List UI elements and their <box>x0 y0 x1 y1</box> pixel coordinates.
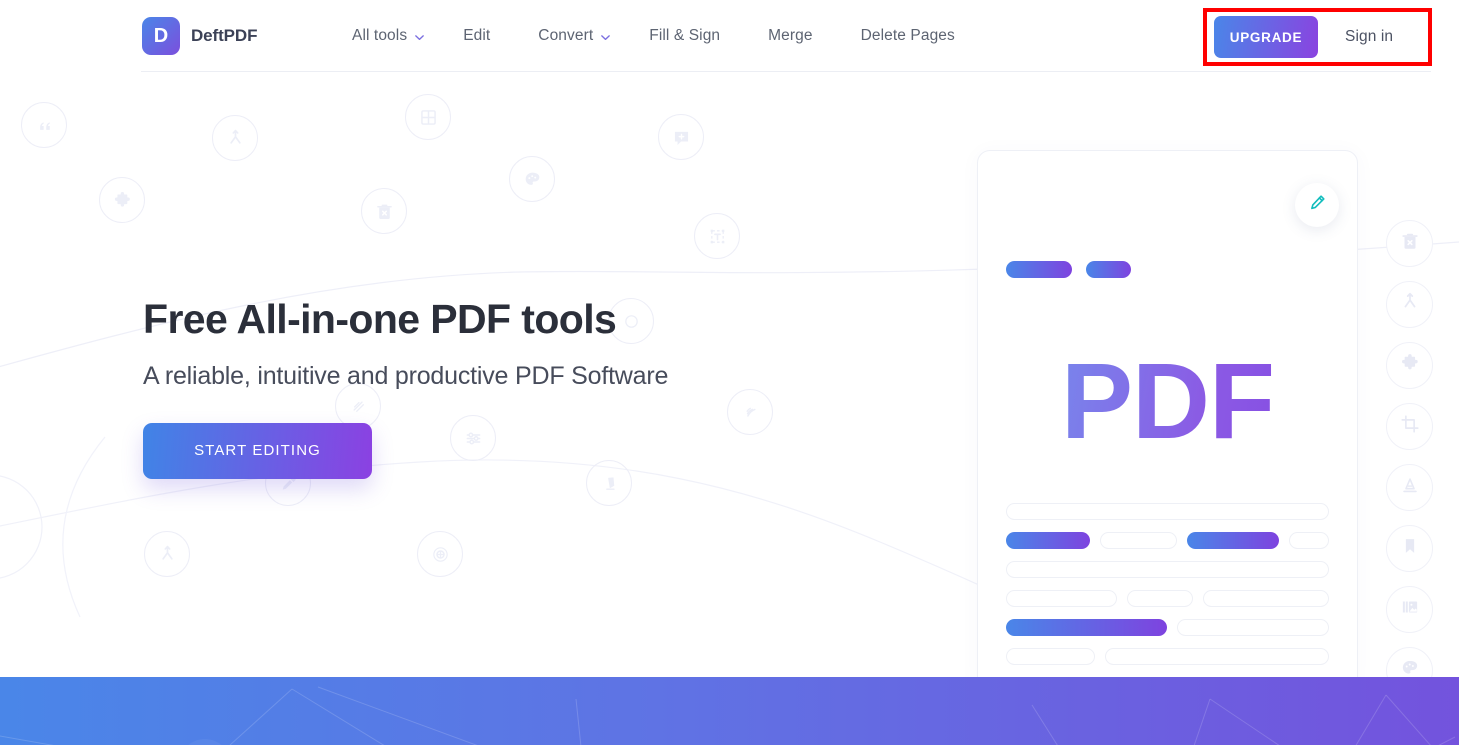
document-line-segment <box>1006 619 1167 636</box>
tool-rail-crop[interactable] <box>1386 403 1433 450</box>
tool-rail-palette[interactable] <box>1386 647 1433 677</box>
document-line-segment <box>1187 532 1279 549</box>
document-line-segment <box>1006 590 1118 607</box>
page-title: Free All-in-one PDF tools <box>143 296 617 342</box>
nav-label-merge: Merge <box>768 27 813 44</box>
puzzle-icon <box>1399 352 1421 379</box>
nav-item-fill-and-sign[interactable]: Fill & Sign <box>649 21 720 51</box>
nav-label-convert: Convert <box>538 27 594 44</box>
crop-icon <box>1399 413 1421 440</box>
sign-in-link[interactable]: Sign in <box>1345 28 1393 46</box>
document-preview-card: PDF <box>977 150 1358 677</box>
chevron-down-icon <box>600 32 611 43</box>
merge-icon <box>1399 291 1421 318</box>
document-line-segment <box>1202 590 1329 607</box>
signal-icon <box>727 389 773 435</box>
image-icon <box>1399 596 1421 623</box>
document-line-segment <box>1288 532 1329 549</box>
document-line-row <box>1006 619 1329 636</box>
main-navigation: All tools Edit Convert Fill & Sign Merge <box>352 0 955 72</box>
document-line-row <box>1006 503 1329 520</box>
puzzle-icon <box>99 177 145 223</box>
document-header-pill <box>1006 261 1072 278</box>
auth-actions-highlight: UPGRADE Sign in <box>1203 8 1432 66</box>
start-editing-button[interactable]: START EDITING <box>143 422 372 479</box>
text-format-icon <box>1399 474 1421 501</box>
brand-logo[interactable]: D DeftPDF <box>142 17 257 55</box>
nav-label-delete-pages: Delete Pages <box>860 27 955 44</box>
tool-rail-bookmark[interactable] <box>1386 525 1433 572</box>
tool-rail <box>1386 220 1433 677</box>
tool-rail-delete-pages[interactable] <box>1386 220 1433 267</box>
palette-icon <box>1399 657 1421 677</box>
comment-add-icon <box>658 114 704 160</box>
tool-rail-merge[interactable] <box>1386 281 1433 328</box>
document-content-lines <box>1006 503 1329 677</box>
document-line-row <box>1006 648 1329 665</box>
deftpdf-landing-page: D DeftPDF All tools Edit Convert Fill & … <box>0 0 1459 745</box>
nav-item-delete-pages[interactable]: Delete Pages <box>861 21 955 51</box>
brand-name: DeftPDF <box>191 26 258 45</box>
palette-icon <box>509 156 555 202</box>
document-line-row <box>1006 590 1329 607</box>
chevron-down-icon <box>414 32 425 43</box>
hero-subtitle: A reliable, intuitive and productive PDF… <box>143 361 669 390</box>
document-line-segment <box>1006 561 1329 578</box>
document-header-pills <box>1006 261 1131 278</box>
nav-item-all-tools[interactable]: All tools <box>352 21 425 51</box>
nav-item-merge[interactable]: Merge <box>768 21 812 51</box>
tool-rail-puzzle[interactable] <box>1386 342 1433 389</box>
document-line-segment <box>1176 619 1329 636</box>
merge-icon <box>212 115 258 161</box>
document-line-segment <box>1006 532 1091 549</box>
document-line-row <box>1006 561 1329 578</box>
delete-pages-icon <box>1399 230 1421 257</box>
site-header: D DeftPDF All tools Edit Convert Fill & … <box>0 0 1459 72</box>
table-icon <box>405 94 451 140</box>
header-divider <box>141 71 1431 72</box>
pdf-wordmark: PDF <box>978 347 1357 455</box>
nav-item-edit[interactable]: Edit <box>463 21 490 51</box>
document-line-segment <box>1100 532 1178 549</box>
hero-section: Free All-in-one PDF tools A reliable, in… <box>0 72 1459 677</box>
nav-label-edit: Edit <box>463 27 491 44</box>
tool-rail-image[interactable] <box>1386 586 1433 633</box>
text-box-icon <box>694 213 740 259</box>
tool-rail-text-format[interactable] <box>1386 464 1433 511</box>
banner-polygon-decoration <box>0 686 1456 745</box>
document-line-segment <box>1006 503 1329 520</box>
nav-label-fill-and-sign: Fill & Sign <box>649 27 721 44</box>
gradient-banner <box>0 677 1459 745</box>
delete-pages-icon <box>361 188 407 234</box>
deftpdf-logo-icon: D <box>142 17 180 55</box>
hero-copy: Free All-in-one PDF tools A reliable, in… <box>143 296 669 479</box>
pencil-icon <box>1309 194 1326 216</box>
document-line-segment <box>1127 590 1193 607</box>
edit-document-button[interactable] <box>1295 183 1339 227</box>
quote-icon <box>21 102 67 148</box>
nav-item-convert[interactable]: Convert <box>538 21 611 51</box>
document-line-segment <box>1105 648 1329 665</box>
document-line-row <box>1006 532 1329 549</box>
bookmark-icon <box>1399 535 1421 562</box>
document-line-segment <box>1006 648 1096 665</box>
upgrade-button[interactable]: UPGRADE <box>1214 16 1318 58</box>
merge-icon <box>144 531 190 577</box>
document-header-pill <box>1086 261 1131 278</box>
nav-label-all-tools: All tools <box>352 27 408 44</box>
target-icon <box>417 531 463 577</box>
